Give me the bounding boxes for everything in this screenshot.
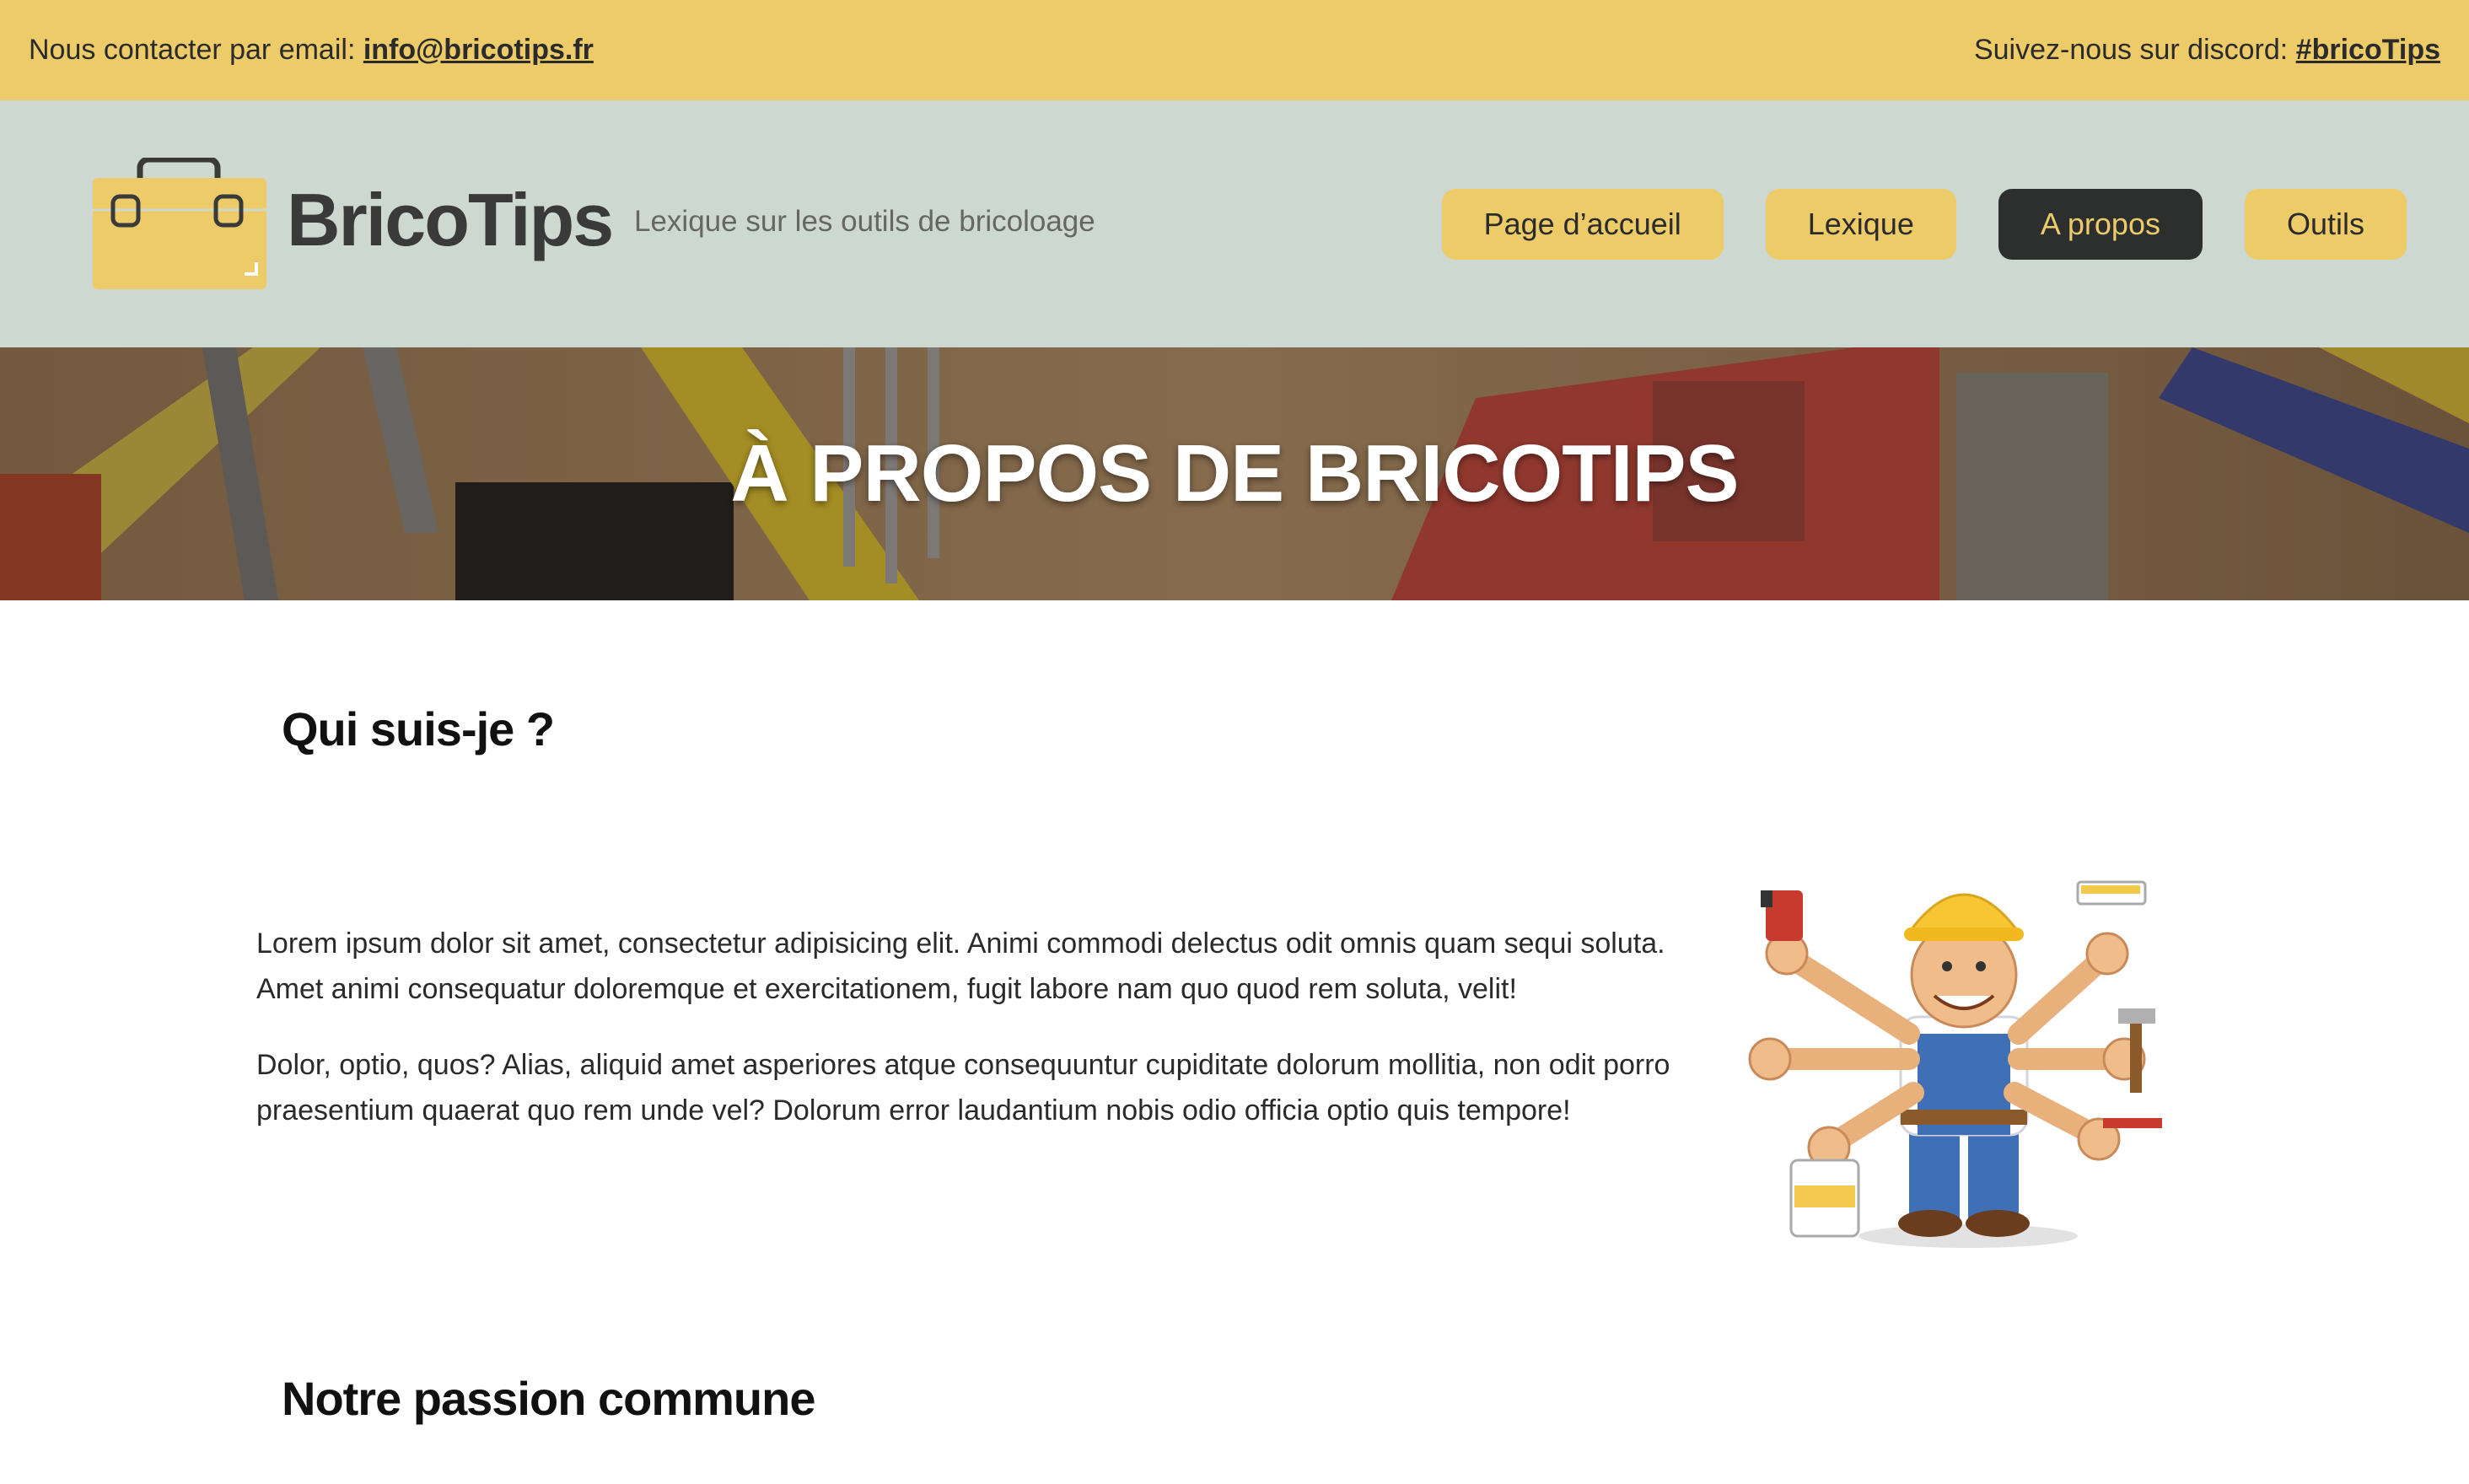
logo-text: BricoTips: [287, 178, 614, 261]
nav-tools-button[interactable]: Outils: [2244, 189, 2407, 260]
site-logo[interactable]: BricoTips: [88, 158, 614, 293]
nav-about-button[interactable]: A propos: [1998, 189, 2203, 260]
discord-link[interactable]: #bricoTips: [2296, 34, 2440, 66]
discord-contact-label: Suivez-nous sur discord:: [1973, 34, 2296, 66]
email-contact-label: Nous contacter par email:: [29, 34, 363, 66]
passion-heading: Notre passion commune: [282, 1372, 815, 1425]
contact-bar: Nous contacter par email: info@bricotips…: [0, 0, 2469, 100]
hero-banner: À PROPOS DE BRICOTIPS: [0, 347, 2469, 600]
site-tagline: Lexique sur les outils de bricoloage: [634, 205, 1095, 238]
email-contact: Nous contacter par email: info@bricotips…: [29, 34, 594, 67]
site-header: BricoTips Lexique sur les outils de bric…: [0, 100, 2469, 347]
toolbox-logo-icon: [93, 158, 266, 289]
nav-home-button[interactable]: Page d’accueil: [1441, 189, 1724, 260]
page-title: À PROPOS DE BRICOTIPS: [730, 428, 1739, 519]
discord-contact: Suivez-nous sur discord: #bricoTips: [1974, 34, 2440, 67]
nav-lexique-button[interactable]: Lexique: [1765, 189, 1956, 260]
handyman-illustration: [1748, 880, 2162, 1248]
email-link[interactable]: info@bricotips.fr: [363, 34, 594, 66]
about-heading: Qui suis-je ?: [282, 702, 555, 755]
about-paragraph-1: Lorem ipsum dolor sit amet, consectetur …: [256, 928, 1665, 1005]
main-nav: Page d’accueil Lexique A propos Outils: [1441, 189, 2407, 260]
about-paragraph-2: Dolor, optio, quos? Alias, aliquid amet …: [256, 1049, 1670, 1126]
